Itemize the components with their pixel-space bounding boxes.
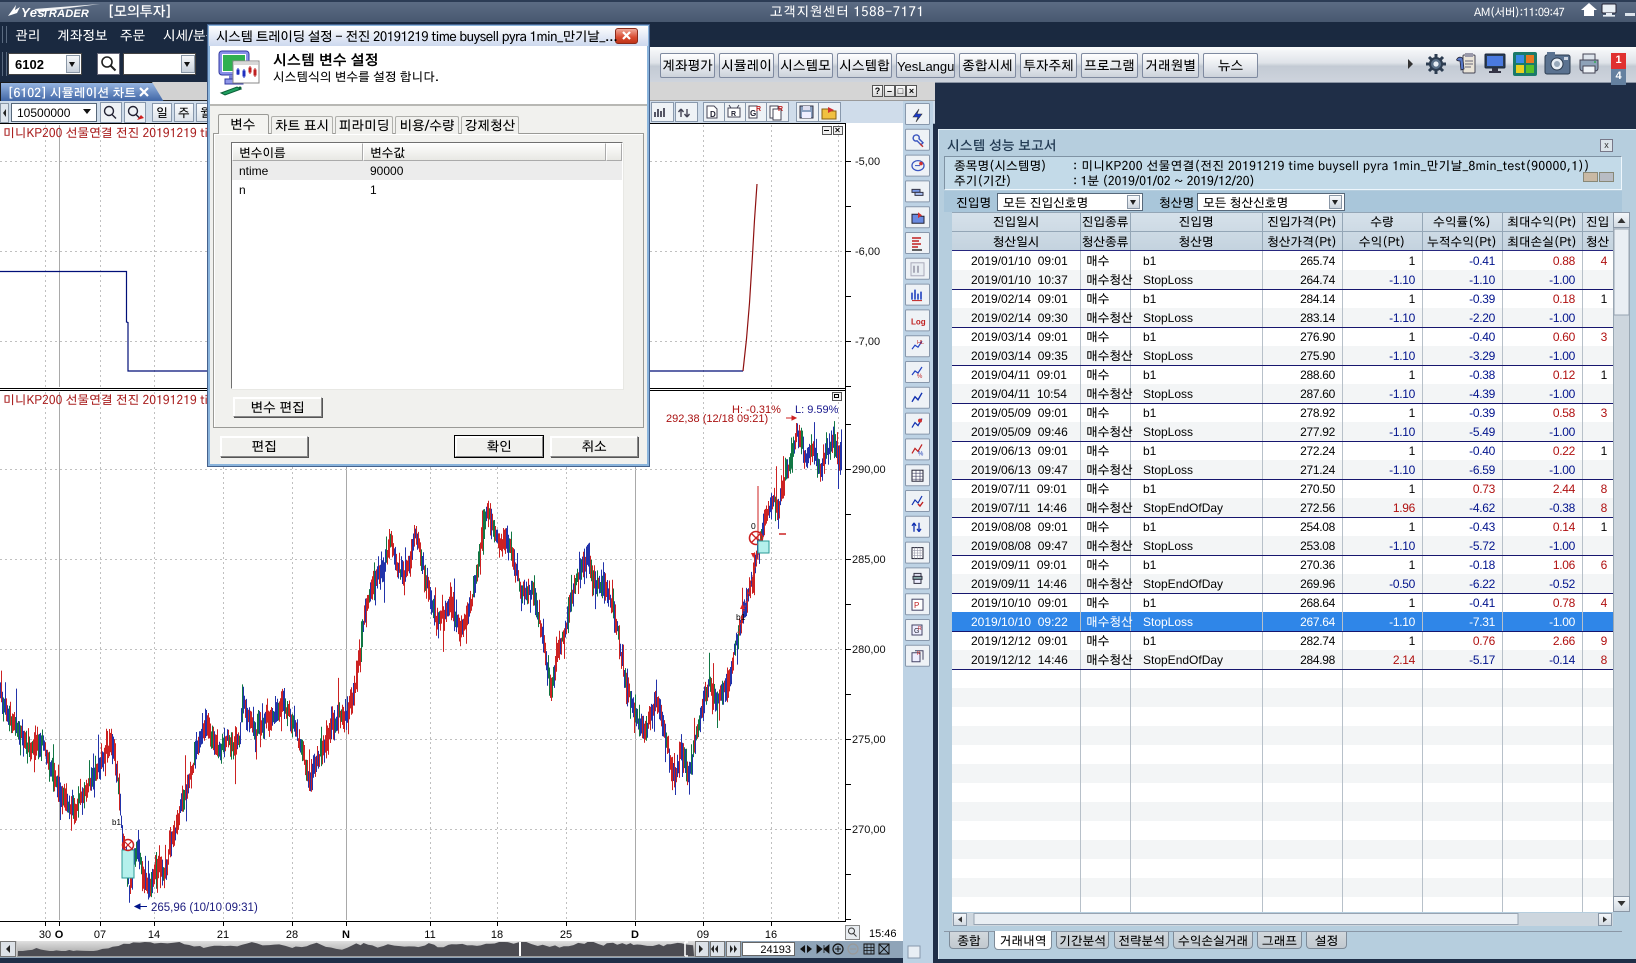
svg-text:25: 25 [560, 929, 572, 941]
svg-text:D: D [710, 110, 716, 119]
svg-text:290,00: 290,00 [852, 464, 886, 476]
svg-text:b1: b1 [736, 612, 746, 622]
svg-text:275,00: 275,00 [852, 734, 886, 746]
svg-text:-7,00: -7,00 [855, 336, 880, 348]
svg-text:07: 07 [94, 929, 106, 941]
svg-text:15:46: 15:46 [869, 928, 897, 940]
svg-text:Log: Log [911, 317, 926, 326]
svg-text:265,96 (10/10 09:31): 265,96 (10/10 09:31) [151, 902, 258, 914]
svg-text:-6,00: -6,00 [855, 246, 880, 258]
svg-text:R: R [918, 626, 922, 632]
svg-text:P: P [914, 601, 919, 610]
svg-text:14: 14 [148, 929, 160, 941]
svg-text:24193: 24193 [760, 944, 791, 956]
svg-text:09: 09 [697, 929, 709, 941]
svg-text:285,00: 285,00 [852, 554, 886, 566]
svg-text:280,00: 280,00 [852, 644, 886, 656]
svg-text:11: 11 [424, 929, 435, 941]
svg-text:18: 18 [491, 929, 503, 941]
svg-text:R: R [756, 106, 761, 113]
svg-text:270,00: 270,00 [852, 824, 886, 836]
svg-text:b1: b1 [112, 818, 121, 827]
svg-text:HL: HL [917, 340, 924, 346]
svg-text:28: 28 [286, 929, 298, 941]
svg-text:21: 21 [217, 929, 229, 941]
svg-text:L: 9.59%: L: 9.59% [795, 404, 839, 416]
svg-text:%: % [918, 451, 924, 457]
svg-text:R: R [778, 106, 783, 113]
svg-text:R: R [917, 651, 921, 657]
svg-text:O: O [55, 929, 64, 941]
svg-text:D: D [631, 929, 639, 941]
svg-text:0: 0 [751, 521, 756, 531]
svg-text:30: 30 [39, 929, 51, 941]
svg-text:%: % [917, 374, 923, 380]
svg-text:-5,00: -5,00 [855, 156, 880, 168]
svg-text:16: 16 [765, 929, 777, 941]
svg-text:N: N [342, 929, 350, 941]
svg-text:292,38 (12/18 09:21): 292,38 (12/18 09:21) [666, 413, 768, 425]
svg-text:R: R [731, 111, 736, 118]
